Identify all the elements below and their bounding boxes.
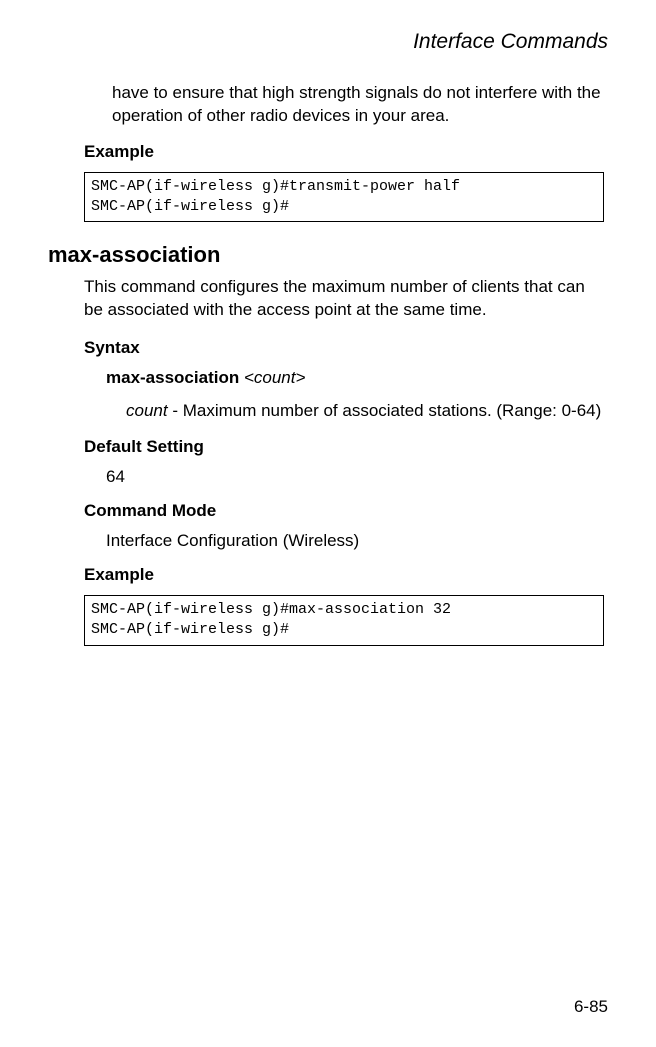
code-example-2: SMC-AP(if-wireless g)#max-association 32… (84, 595, 604, 646)
command-description: This command configures the maximum numb… (84, 276, 608, 322)
param-desc-text: - Maximum number of associated stations.… (168, 401, 602, 420)
command-mode-label: Command Mode (84, 501, 608, 521)
syntax-label: Syntax (84, 338, 608, 358)
syntax-param: <count> (244, 368, 305, 387)
param-description: count - Maximum number of associated sta… (126, 400, 608, 423)
command-mode-value: Interface Configuration (Wireless) (106, 531, 608, 551)
syntax-command: max-association (106, 368, 239, 387)
example-label-1: Example (84, 142, 608, 162)
default-setting-label: Default Setting (84, 437, 608, 457)
page-number: 6-85 (574, 997, 608, 1017)
default-setting-value: 64 (106, 467, 608, 487)
syntax-usage: max-association <count> (106, 368, 608, 388)
page-header-title: Interface Commands (48, 30, 608, 54)
param-name: count (126, 401, 168, 420)
command-heading: max-association (48, 242, 608, 268)
example-label-2: Example (84, 565, 608, 585)
code-example-1: SMC-AP(if-wireless g)#transmit-power hal… (84, 172, 604, 223)
continuation-paragraph: have to ensure that high strength signal… (112, 82, 608, 128)
